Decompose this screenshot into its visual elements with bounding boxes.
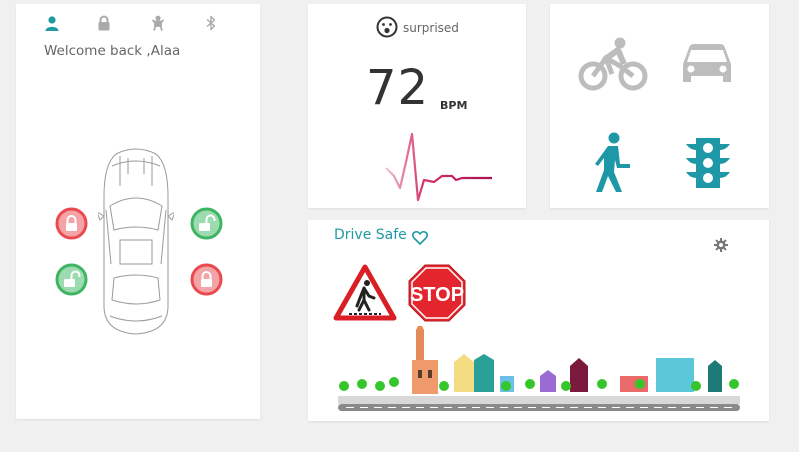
gear-icon[interactable] (714, 238, 728, 252)
church-tower (412, 326, 438, 394)
front-right-door-lock[interactable] (190, 207, 223, 240)
car-icon[interactable] (680, 42, 734, 86)
rear-left-door-lock[interactable] (55, 263, 88, 296)
front-left-door-lock[interactable] (55, 207, 88, 240)
bluetooth-icon[interactable] (204, 15, 218, 31)
stop-sign-icon: STOP (408, 264, 466, 322)
traffic-light-icon[interactable] (684, 136, 732, 190)
driver-state-card: surprised 72 BPM (308, 4, 526, 208)
rear-right-door-lock[interactable] (190, 263, 223, 296)
pedestrian-crossing-sign-icon (333, 264, 397, 321)
heart-rate-unit: BPM (440, 99, 468, 112)
stop-sign-text: STOP (410, 284, 464, 306)
surprised-face-icon (376, 16, 398, 38)
bicycle-icon[interactable] (578, 36, 648, 92)
lock-icon[interactable] (96, 15, 112, 31)
street-road (338, 396, 740, 411)
emotion-label: surprised (403, 21, 459, 35)
heart-rate-value: 72 (366, 60, 430, 116)
houses (454, 354, 722, 392)
city-street-illustration (338, 326, 740, 411)
heart-outline-icon[interactable] (412, 230, 428, 246)
car-top-view-icon (98, 148, 174, 335)
welcome-message: Welcome back ,Alaa (44, 43, 181, 59)
baby-icon[interactable] (150, 15, 166, 31)
pedestrian-icon[interactable] (590, 132, 634, 194)
person-icon[interactable] (44, 15, 60, 31)
transport-mode-card (550, 4, 769, 208)
car-status-card: Welcome back ,Alaa (16, 4, 260, 419)
drive-safe-card: Drive Safe STOP (308, 220, 769, 421)
drive-safe-title: Drive Safe (334, 227, 407, 243)
heartbeat-line-icon (385, 132, 492, 202)
